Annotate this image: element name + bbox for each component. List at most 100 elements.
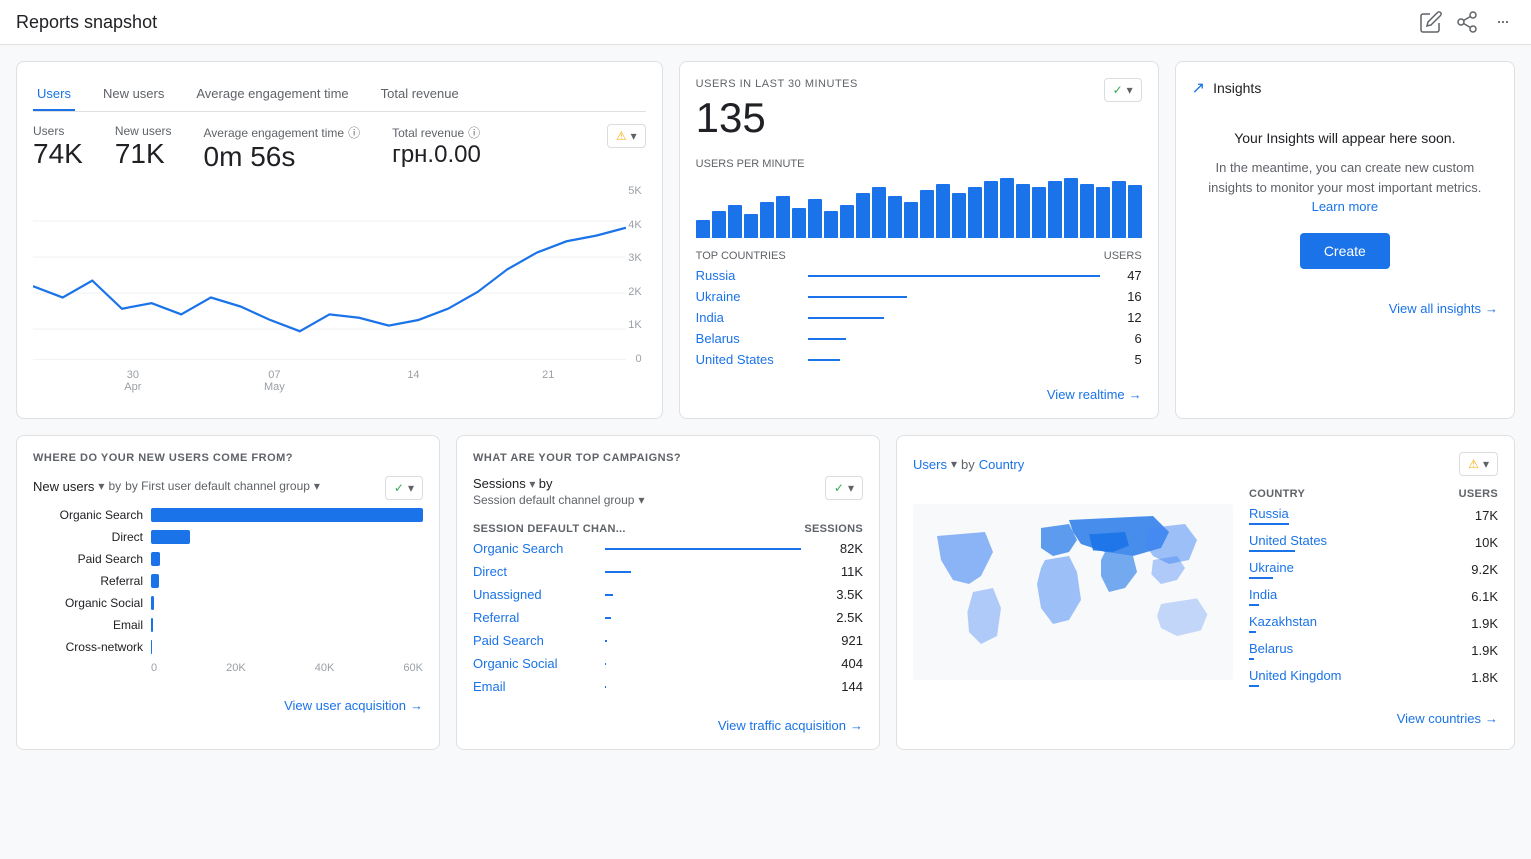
dropdown-arrow-acq: ▾ xyxy=(408,481,414,495)
geo-name[interactable]: Ukraine xyxy=(1249,560,1294,575)
learn-more-link[interactable]: Learn more xyxy=(1312,199,1378,214)
geo-name[interactable]: India xyxy=(1249,587,1277,602)
campaign-row: Direct 11K xyxy=(473,564,863,579)
realtime-status-btn[interactable]: ✓ ▾ xyxy=(1104,78,1142,102)
realtime-count: 135 xyxy=(696,94,858,142)
help-icon-2[interactable]: ⓘ xyxy=(468,124,480,141)
country-row: United States 5 xyxy=(696,352,1142,367)
campaign-name[interactable]: Paid Search xyxy=(473,633,593,648)
geo-status-btn[interactable]: ⚠ ▾ xyxy=(1459,452,1498,476)
check-icon-camp: ✓ xyxy=(834,481,844,495)
view-campaigns-link[interactable]: View traffic acquisition → xyxy=(718,718,863,733)
geo-card: Users ▾ by Country ⚠ ▾ xyxy=(896,435,1515,750)
geo-by-label: by xyxy=(961,457,975,472)
dropdown-arrow-geo2: ▾ xyxy=(1483,457,1489,471)
rt-bar xyxy=(808,199,822,238)
help-icon[interactable]: ⓘ xyxy=(348,124,360,141)
h-bar-wrap xyxy=(151,530,423,544)
geo-table-header: COUNTRY USERS xyxy=(1249,488,1498,500)
sessions-subheader[interactable]: Session default channel group ▾ xyxy=(473,493,644,507)
users-label: Users xyxy=(33,124,83,138)
geo-dim-label[interactable]: Country xyxy=(979,457,1025,472)
rt-bar xyxy=(904,202,918,238)
campaigns-status-btn[interactable]: ✓ ▾ xyxy=(825,476,863,500)
rt-bar xyxy=(1096,187,1110,238)
campaign-name[interactable]: Unassigned xyxy=(473,587,593,602)
campaign-row: Organic Search 82K xyxy=(473,541,863,556)
geo-name[interactable]: Belarus xyxy=(1249,641,1293,656)
view-acquisition-link[interactable]: View user acquisition → xyxy=(284,698,423,713)
geo-bar xyxy=(1249,550,1295,552)
share-icon[interactable] xyxy=(1455,10,1479,34)
campaign-value: 404 xyxy=(813,656,863,671)
h-bar-wrap xyxy=(151,552,423,566)
country-row: Belarus 6 xyxy=(696,331,1142,346)
campaign-name[interactable]: Referral xyxy=(473,610,593,625)
geo-table: COUNTRY USERS Russia 17K United States xyxy=(1249,488,1498,695)
insights-sub-text: In the meantime, you can create new cust… xyxy=(1208,158,1482,217)
h-bar-row: Cross-network xyxy=(33,640,423,654)
geo-bar xyxy=(1249,577,1273,579)
campaign-value: 11K xyxy=(813,564,863,579)
view-realtime-link[interactable]: View realtime → xyxy=(1047,387,1142,402)
tab-new-users[interactable]: New users xyxy=(99,78,168,111)
rt-bar xyxy=(792,208,806,238)
rt-bar xyxy=(776,196,790,238)
rt-bar xyxy=(1112,181,1126,238)
insights-header: ↗ Insights xyxy=(1192,78,1498,98)
campaign-name[interactable]: Organic Social xyxy=(473,656,593,671)
acquisition-status-btn[interactable]: ✓ ▾ xyxy=(385,476,423,500)
create-button[interactable]: Create xyxy=(1300,233,1390,269)
geo-name[interactable]: Kazakhstan xyxy=(1249,614,1317,629)
geo-name[interactable]: United States xyxy=(1249,533,1327,548)
metrics-status-btn[interactable]: ⚠ ▾ xyxy=(607,124,646,148)
country-count: 16 xyxy=(1112,289,1142,304)
geo-metric-label[interactable]: Users xyxy=(913,457,947,472)
view-countries-link[interactable]: View countries → xyxy=(1397,711,1498,726)
geo-content: COUNTRY USERS Russia 17K United States xyxy=(913,488,1498,695)
rt-bar xyxy=(760,202,774,238)
rt-bar xyxy=(856,193,870,238)
line-chart-svg xyxy=(33,185,646,365)
geo-name[interactable]: Russia xyxy=(1249,506,1289,521)
h-bar xyxy=(151,508,423,522)
view-all-insights-link[interactable]: View all insights → xyxy=(1389,301,1498,316)
acquisition-chart-title: New users ▾ by by First user default cha… xyxy=(33,479,320,494)
country-name[interactable]: Ukraine xyxy=(696,289,796,304)
campaign-name[interactable]: Direct xyxy=(473,564,593,579)
top-row: Users New users Average engagement time … xyxy=(16,61,1515,419)
country-row: Russia 47 xyxy=(696,268,1142,283)
country-name[interactable]: Russia xyxy=(696,268,796,283)
rt-bar xyxy=(872,187,886,238)
revenue-label: Total revenue ⓘ xyxy=(392,124,481,141)
edit-icon[interactable] xyxy=(1419,10,1443,34)
h-bar-axis: 020K40K60K xyxy=(151,662,423,674)
geo-bar xyxy=(1249,631,1256,633)
campaigns-section-title: WHAT ARE YOUR TOP CAMPAIGNS? xyxy=(473,452,863,464)
tab-engagement[interactable]: Average engagement time xyxy=(192,78,352,111)
campaign-row: Email 144 xyxy=(473,679,863,694)
country-name[interactable]: United States xyxy=(696,352,796,367)
h-bar xyxy=(151,618,153,632)
rt-bar xyxy=(1016,184,1030,238)
country-count: 6 xyxy=(1112,331,1142,346)
dropdown-arrow-rt: ▾ xyxy=(1127,83,1133,97)
h-bar-label: Referral xyxy=(33,574,143,588)
campaign-name[interactable]: Email xyxy=(473,679,593,694)
countries-table: TOP COUNTRIES USERS Russia 47 Ukraine 16… xyxy=(696,250,1142,367)
campaign-name[interactable]: Organic Search xyxy=(473,541,593,556)
country-name[interactable]: Belarus xyxy=(696,331,796,346)
insights-card: ↗ Insights Your Insights will appear her… xyxy=(1175,61,1515,419)
country-name[interactable]: India xyxy=(696,310,796,325)
rt-bar xyxy=(888,196,902,238)
dropdown-arrow2: ▾ xyxy=(314,479,320,493)
more-icon[interactable] xyxy=(1491,10,1515,34)
tab-revenue[interactable]: Total revenue xyxy=(377,78,463,111)
campaign-row: Referral 2.5K xyxy=(473,610,863,625)
campaign-bar-wrap xyxy=(605,571,801,573)
tab-users[interactable]: Users xyxy=(33,78,75,111)
h-bar-wrap xyxy=(151,596,423,610)
insights-title: Insights xyxy=(1213,80,1261,96)
geo-name[interactable]: United Kingdom xyxy=(1249,668,1342,683)
h-bar-wrap xyxy=(151,508,423,522)
